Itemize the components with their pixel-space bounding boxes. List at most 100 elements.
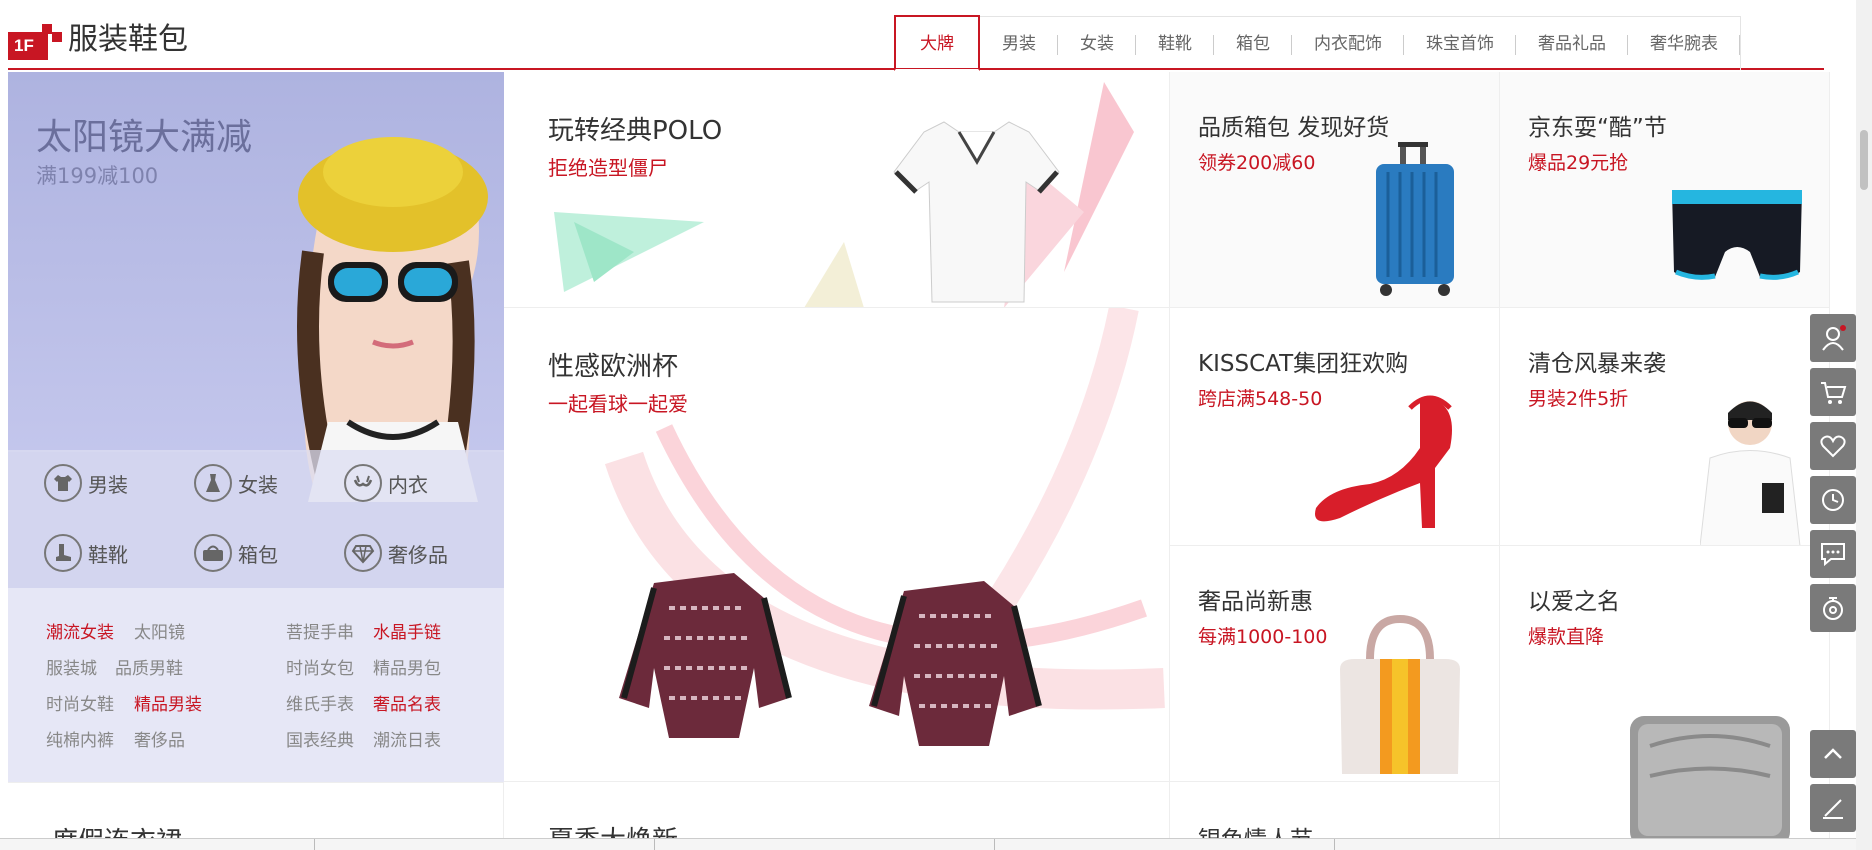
quick-link[interactable]: 菩提手串 (286, 618, 354, 643)
quick-link[interactable]: 精品男装 (134, 690, 202, 715)
tab-luxury-gifts[interactable]: 奢品礼品 (1516, 17, 1628, 71)
suitcase-image (1376, 142, 1454, 296)
promo-luxury-new[interactable]: 奢品尚新惠 每满1000-100 (1170, 546, 1500, 782)
category-bags[interactable]: 箱包 (194, 534, 278, 572)
feedback-button[interactable] (1810, 784, 1856, 832)
promo-title: 玩转经典POLO (548, 116, 723, 146)
promo-title: 以爱之名 (1528, 589, 1620, 615)
promo-jd-cool[interactable]: 京东耍“酷”节 爆品29元抢 (1500, 72, 1830, 308)
promo-title: 京东耍“酷”节 (1528, 115, 1667, 141)
history-icon (1822, 489, 1844, 511)
bottom-bar (0, 838, 1856, 850)
service-icon (1823, 597, 1843, 620)
promo-subtitle: 跨店满548-50 (1198, 388, 1323, 410)
promo-euro-cup[interactable]: 性感欧洲杯 一起看球一起爱 (504, 308, 1170, 782)
scrollbar-thumb[interactable] (1860, 130, 1868, 190)
dress-icon (194, 464, 232, 502)
tab-menswear[interactable]: 男装 (980, 17, 1058, 71)
floor-number: 1F (8, 32, 48, 60)
category-shoes[interactable]: 鞋靴 (44, 534, 128, 572)
hero-title: 太阳镜大满减 (36, 117, 253, 158)
diamond-icon (344, 534, 382, 572)
bag-icon (194, 534, 232, 572)
polo-shirt-image (554, 82, 1134, 307)
promo-title: 清仓风暴来袭 (1528, 351, 1666, 377)
heart-icon (1820, 435, 1846, 458)
back-to-top-button[interactable] (1810, 730, 1856, 778)
category-underwear[interactable]: 内衣 (344, 464, 428, 502)
quick-link[interactable]: 水晶手链 (373, 618, 441, 643)
cart-icon (1821, 382, 1847, 404)
quick-link[interactable]: 维氏手表 (286, 690, 354, 715)
quick-link[interactable]: 奢侈品 (134, 726, 185, 751)
sidebar-cart-button[interactable] (1810, 368, 1856, 416)
promo-in-the-name-of-love[interactable]: 以爱之名 爆款直降 (1500, 546, 1830, 850)
male-model-image (1700, 401, 1801, 545)
sidebar-favorites-button[interactable] (1810, 422, 1856, 470)
boxer-briefs-image (1672, 190, 1802, 280)
hero-banner[interactable]: 太阳镜大满减 满199减100 男装 女装 内衣 鞋靴 箱包 奢侈品 潮流女装 … (8, 72, 504, 782)
sidebar-service-button[interactable] (1810, 584, 1856, 632)
quick-link[interactable]: 品质男鞋 (115, 654, 183, 679)
tab-jewelry[interactable]: 珠宝首饰 (1404, 17, 1516, 71)
sidebar-message-button[interactable] (1810, 530, 1856, 578)
handbag-image (1340, 614, 1460, 774)
category-menswear[interactable]: 男装 (44, 464, 128, 502)
quick-link[interactable]: 服装城 (46, 654, 97, 679)
promo-subtitle: 每满1000-100 (1198, 626, 1328, 648)
promo-subtitle: 爆品29元抢 (1528, 152, 1629, 174)
tab-bags[interactable]: 箱包 (1214, 17, 1292, 71)
floor-title: 服装鞋包 (68, 22, 188, 57)
promo-title: KISSCAT集团狂欢购 (1198, 351, 1409, 377)
promo-subtitle: 男装2件5折 (1528, 388, 1629, 410)
category-icons: 男装 女装 内衣 鞋靴 箱包 奢侈品 (8, 450, 504, 588)
quick-link[interactable]: 潮流日表 (373, 726, 441, 751)
zippo-lighter-image (1630, 716, 1790, 846)
promo-polo[interactable]: 玩转经典POLO 拒绝造型僵尸 (504, 72, 1170, 308)
promo-subtitle: 拒绝造型僵尸 (548, 156, 668, 180)
tab-womenswear[interactable]: 女装 (1058, 17, 1136, 71)
quick-link[interactable]: 精品男包 (373, 654, 441, 679)
page-scrollbar[interactable] (1856, 0, 1872, 850)
category-label: 女装 (238, 472, 278, 497)
sidebar-history-button[interactable] (1810, 476, 1856, 524)
promo-kisscat[interactable]: KISSCAT集团狂欢购 跨店满548-50 (1170, 308, 1500, 546)
tab-luxury-watches[interactable]: 奢华腕表 (1628, 17, 1740, 71)
quick-link[interactable]: 时尚女包 (286, 654, 354, 679)
promo-luggage[interactable]: 品质箱包 发现好货 领券200减60 (1170, 72, 1500, 308)
category-womenswear[interactable]: 女装 (194, 464, 278, 502)
category-label: 箱包 (238, 542, 278, 567)
red-high-heel-image (1315, 395, 1452, 528)
category-label: 内衣 (388, 472, 428, 497)
hero-subtitle: 满199减100 (36, 164, 159, 188)
floor-tabs: 大牌 男装 女装 鞋靴 箱包 内衣配饰 珠宝首饰 奢品礼品 奢华腕表 (894, 15, 1741, 71)
promo-title: 性感欧洲杯 (548, 352, 679, 382)
message-icon (1821, 543, 1845, 567)
quick-link[interactable]: 奢品名表 (373, 690, 441, 715)
user-icon (1822, 325, 1846, 351)
edit-icon (1823, 799, 1843, 819)
category-label: 鞋靴 (88, 542, 128, 567)
floor-content: 太阳镜大满减 满199减100 男装 女装 内衣 鞋靴 箱包 奢侈品 潮流女装 … (8, 72, 1830, 850)
bra-icon (344, 464, 382, 502)
quick-link[interactable]: 纯棉内裤 (46, 726, 114, 751)
tab-brand[interactable]: 大牌 (894, 15, 980, 71)
page: 1F 服装鞋包 大牌 男装 女装 鞋靴 箱包 内衣配饰 珠宝首饰 奢品礼品 奢华… (0, 0, 1872, 850)
quick-link[interactable]: 潮流女装 (46, 618, 114, 643)
model-with-sunglasses-image (297, 137, 488, 502)
floor-header: 1F 服装鞋包 大牌 男装 女装 鞋靴 箱包 内衣配饰 珠宝首饰 奢品礼品 奢华… (8, 14, 1824, 71)
promo-title: 品质箱包 发现好货 (1198, 115, 1390, 141)
tab-underwear-accessories[interactable]: 内衣配饰 (1292, 17, 1404, 71)
chevron-up-icon (1824, 748, 1842, 759)
promo-subtitle: 一起看球一起爱 (548, 392, 688, 416)
promo-subtitle: 爆款直降 (1528, 626, 1605, 648)
promo-title: 奢品尚新惠 (1198, 589, 1313, 615)
tab-shoes[interactable]: 鞋靴 (1136, 17, 1214, 71)
quick-link[interactable]: 时尚女鞋 (46, 690, 114, 715)
quick-link[interactable]: 太阳镜 (134, 618, 185, 643)
quick-link[interactable]: 国表经典 (286, 726, 354, 751)
promo-clearance[interactable]: 清仓风暴来袭 男装2件5折 (1500, 308, 1830, 546)
sidebar-user-button[interactable] (1810, 314, 1856, 362)
tshirt-icon (44, 464, 82, 502)
category-luxury[interactable]: 奢侈品 (344, 534, 448, 572)
